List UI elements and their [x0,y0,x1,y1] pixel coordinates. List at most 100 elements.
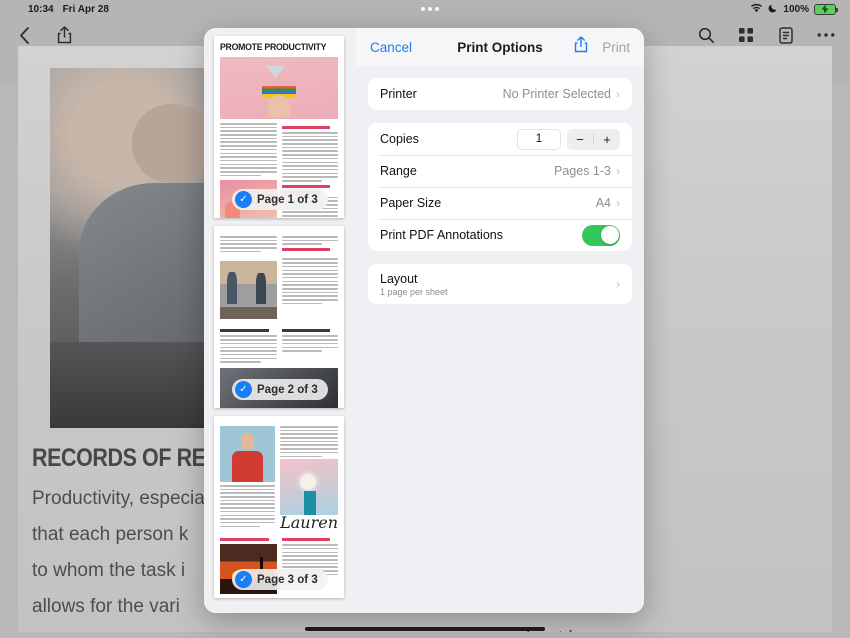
print-preview-pane[interactable]: PROMOTE PRODUCTIVITY ✓ Page 1 of 3 ✓ Pag… [204,28,356,613]
thumb2-text-lines [220,236,277,253]
printer-row[interactable]: Printer No Printer Selected › [368,78,632,110]
thumb2-text-lines-4 [220,335,277,363]
battery-charging-icon [814,3,838,15]
print-options-dialog: PROMOTE PRODUCTIVITY ✓ Page 1 of 3 ✓ Pag… [204,28,644,613]
layout-chevron-wrap: › [616,277,620,291]
thumb3-bulb-photo [280,459,338,516]
thumb2-text-lines-3 [281,258,338,305]
status-bar-center [109,7,751,11]
layout-group: Layout 1 page per sheet › [368,264,632,304]
thumb2-heading-right [281,329,331,333]
chevron-right-icon: › [616,87,620,101]
page-1-caption: Page 1 of 3 [257,193,318,206]
range-row[interactable]: Range Pages 1-3 › [368,155,632,187]
thumb1-subheading-2 [281,184,331,188]
thumb3-text-lines-2 [280,426,338,458]
thumb2-col-left [220,236,277,254]
page-3-label[interactable]: ✓ Page 3 of 3 [232,569,328,590]
toolbar-right-group [696,25,836,45]
thumb2-top-columns [220,236,338,254]
print-settings-group: Copies 1 − + Range Pages 1-3 › Paper Siz… [368,123,632,251]
print-annotations-label: Print PDF Annotations [380,228,503,242]
page-2-caption: Page 2 of 3 [257,383,318,396]
grid-icon[interactable] [736,25,756,45]
chevron-left-icon[interactable] [14,25,34,45]
thumb3-heading-right [281,538,331,542]
page-thumbnail-3[interactable]: Lauren ✓ Page 3 of 3 [214,416,344,598]
paper-size-value: A4 [595,196,611,210]
ellipsis-icon[interactable] [816,25,836,45]
layout-sublabel: 1 page per sheet [380,286,448,297]
page-2-label[interactable]: ✓ Page 2 of 3 [232,379,328,400]
multitask-handle-icon[interactable] [420,7,439,11]
layout-row[interactable]: Layout 1 page per sheet › [368,264,632,304]
status-date: Fri Apr 28 [62,3,109,15]
thumb2-col-right-2 [281,258,338,322]
page-3-caption: Page 3 of 3 [257,573,318,586]
copies-increment-button[interactable]: + [594,129,620,150]
document-list-icon[interactable] [776,25,796,45]
chevron-right-icon: › [616,164,620,178]
print-options-header: Cancel Print Options Print [356,28,644,66]
copies-value[interactable]: 1 [517,128,561,150]
toolbar-left-group [14,25,74,45]
range-value: Pages 1-3 [554,164,611,178]
paper-size-label: Paper Size [380,196,442,210]
thumb3-col-left [220,426,276,531]
printer-value: No Printer Selected [502,87,611,101]
cancel-button[interactable]: Cancel [370,40,412,55]
status-bar: 10:34 Fri Apr 28 100% [0,0,850,18]
printer-group: Printer No Printer Selected › [368,78,632,110]
thumb2-photo-wrap [220,258,277,322]
printer-value-wrap: No Printer Selected › [503,87,620,101]
thumb1-subheading-1 [281,126,331,129]
share-icon[interactable] [54,25,74,45]
thumb2-highlight [281,247,331,251]
copies-decrement-button[interactable]: − [567,129,593,150]
check-circle-icon: ✓ [235,191,252,208]
print-options-pane: Cancel Print Options Print Printer No Pr… [356,28,644,613]
page-thumbnail-2[interactable]: ✓ Page 2 of 3 [214,226,344,408]
page-thumbnail-1[interactable]: PROMOTE PRODUCTIVITY ✓ Page 1 of 3 [214,36,344,218]
moon-icon [768,3,778,16]
range-label: Range [380,164,417,178]
copies-stepper[interactable]: 1 − + [517,128,620,150]
thumb3-heading-left [220,538,269,542]
check-circle-icon: ✓ [235,571,252,588]
thumb1-hero-image [220,57,338,119]
thumb2-text-lines-2 [281,236,338,245]
home-indicator[interactable] [305,627,545,631]
print-annotations-toggle[interactable] [582,224,620,246]
page-1-label[interactable]: ✓ Page 1 of 3 [232,189,328,210]
search-icon[interactable] [696,25,716,45]
paper-size-row[interactable]: Paper Size A4 › [368,187,632,219]
thumb3-top: Lauren [220,426,338,531]
thumb2-bottom [220,326,338,365]
thumb1-text-lines [220,123,277,177]
printer-label: Printer [380,87,417,101]
paper-size-value-wrap: A4 › [596,196,620,210]
thumb2-office-photo [220,261,277,320]
status-bar-left: 10:34 Fri Apr 28 [0,4,109,15]
check-circle-icon: ✓ [235,381,252,398]
thumb3-text-lines [220,485,276,528]
range-value-wrap: Pages 1-3 › [554,164,620,178]
thumb3-signature: Lauren [280,513,338,533]
chevron-right-icon: › [616,277,620,291]
thumb3-col-right: Lauren [280,426,338,531]
print-options-list: Printer No Printer Selected › Copies 1 −… [356,66,644,317]
thumb2-mid [220,258,338,322]
thumb2-col-right-3 [281,326,338,365]
copies-plus-minus: − + [567,128,620,150]
share-icon[interactable] [574,36,588,58]
header-right-group: Print [574,36,630,58]
print-button[interactable]: Print [602,40,630,55]
print-annotations-row: Print PDF Annotations [368,219,632,251]
status-bar-right: 100% [750,3,850,16]
copies-row: Copies 1 − + [368,123,632,155]
chevron-right-icon: › [616,196,620,210]
thumb2-col-left-3 [220,326,277,365]
thumb2-text-lines-5 [281,335,338,352]
layout-text-wrap: Layout 1 page per sheet [380,272,448,297]
layout-label: Layout [380,271,418,286]
